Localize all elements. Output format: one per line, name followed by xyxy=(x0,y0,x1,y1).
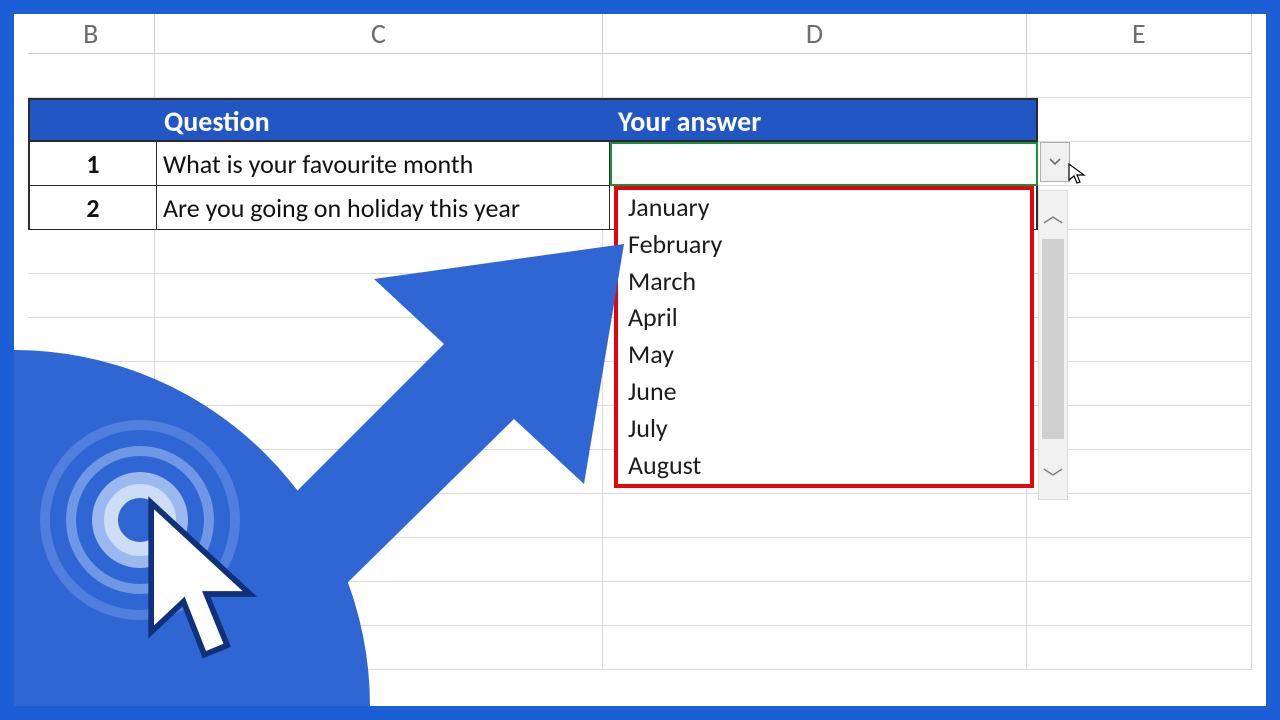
dropdown-option[interactable]: February xyxy=(618,227,1030,264)
row-number-2: 2 xyxy=(28,186,156,230)
thumbnail-frame: B C D E Question Your answer 1 What is y… xyxy=(0,0,1280,720)
dropdown-scrollbar[interactable]: ︿ ﹀ xyxy=(1038,190,1068,500)
dropdown-option[interactable]: April xyxy=(618,300,1030,337)
scrollbar-thumb[interactable] xyxy=(1042,239,1064,439)
chevron-down-icon xyxy=(1049,158,1061,166)
dropdown-option[interactable]: July xyxy=(618,411,1030,448)
column-header-b[interactable]: B xyxy=(28,14,155,53)
dropdown-option[interactable]: June xyxy=(618,374,1030,411)
question-cell-2[interactable]: Are you going on holiday this year xyxy=(156,186,610,230)
row-number-1: 1 xyxy=(28,142,156,186)
scroll-up-icon[interactable]: ︿ xyxy=(1043,199,1063,228)
table-header-blank xyxy=(28,98,156,142)
table-header-answer: Your answer xyxy=(610,98,1038,142)
dropdown-option[interactable]: March xyxy=(618,264,1030,301)
column-header-e[interactable]: E xyxy=(1027,14,1252,53)
data-validation-dropdown-list[interactable]: January February March April May June Ju… xyxy=(614,186,1034,488)
column-header-row: B C D E xyxy=(28,14,1252,54)
dropdown-option[interactable]: August xyxy=(618,448,1030,485)
column-header-c[interactable]: C xyxy=(155,14,604,53)
data-validation-dropdown-button[interactable] xyxy=(1040,142,1070,182)
column-header-d[interactable]: D xyxy=(603,14,1026,53)
question-cell-1[interactable]: What is your favourite month xyxy=(156,142,610,186)
table-header-question: Question xyxy=(156,98,610,142)
dropdown-option[interactable]: May xyxy=(618,337,1030,374)
dropdown-option[interactable]: January xyxy=(618,190,1030,227)
answer-cell-1[interactable] xyxy=(610,142,1038,186)
scroll-down-icon[interactable]: ﹀ xyxy=(1043,462,1063,491)
